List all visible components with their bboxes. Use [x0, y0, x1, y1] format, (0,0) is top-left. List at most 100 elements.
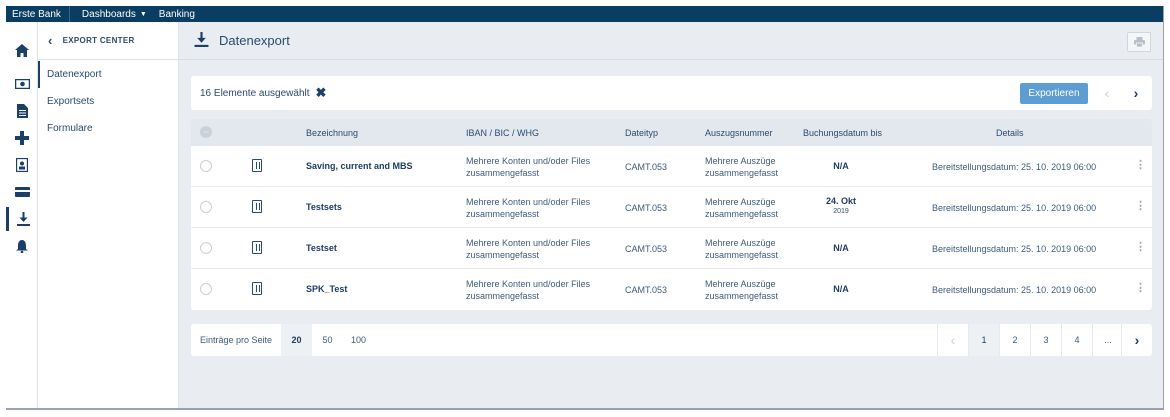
row-select-radio[interactable] [200, 160, 212, 172]
card-icon[interactable] [6, 180, 38, 204]
document-icon [252, 200, 262, 213]
prev-arrow-icon[interactable]: ‹ [1092, 76, 1122, 110]
row-stmt-line1: Mehrere Auszüge [705, 238, 776, 248]
row-date-main: 24. Okt [825, 196, 856, 206]
more-options-icon[interactable]: ⋮ [1135, 158, 1146, 171]
table-row[interactable]: Testset Mehrere Konten und/oder Files zus… [191, 228, 1152, 269]
plus-icon[interactable] [6, 126, 38, 150]
more-options-icon[interactable]: ⋮ [1135, 240, 1146, 253]
page-4[interactable]: 4 [1061, 324, 1092, 356]
row-name[interactable]: SPK_Test [306, 284, 347, 294]
pager-next-icon[interactable]: › [1121, 324, 1152, 356]
row-booking-date: N/A [803, 284, 879, 294]
page-1[interactable]: 1 [968, 324, 999, 356]
column-header-iban[interactable]: IBAN / BIC / WHG [466, 128, 539, 138]
row-type: CAMT.053 [625, 285, 668, 295]
select-all-toggle[interactable]: − [200, 126, 212, 138]
secnav-item-formulare[interactable]: Formulare [38, 115, 178, 142]
row-iban-line2: zusammengefasst [466, 209, 540, 219]
page-size-20[interactable]: 20 [281, 324, 312, 356]
download-icon[interactable] [6, 207, 38, 231]
row-details: Bereitstellungsdatum: 25. 10. 2019 06:00 [932, 203, 1097, 213]
row-select-radio[interactable] [200, 242, 212, 254]
next-arrow-icon[interactable]: › [1121, 76, 1151, 110]
row-name[interactable]: Testsets [306, 202, 342, 212]
row-statement: Mehrere Auszüge zusammengefasst [705, 237, 778, 261]
table-header: − Bezeichnung IBAN / BIC / WHG Dateityp … [191, 119, 1152, 146]
export-center-title: EXPORT CENTER [62, 36, 135, 45]
row-iban: Mehrere Konten und/oder Files zusammengef… [466, 278, 590, 302]
row-iban: Mehrere Konten und/oder Files zusammengef… [466, 237, 590, 261]
page-3[interactable]: 3 [1030, 324, 1061, 356]
row-iban-line1: Mehrere Konten und/oder Files [466, 238, 591, 248]
table-row[interactable]: Saving, current and MBS Mehrere Konten u… [191, 146, 1152, 187]
page-size-50[interactable]: 50 [312, 324, 343, 356]
caret-down-icon: ▼ [139, 10, 147, 18]
row-stmt-line1: Mehrere Auszüge [705, 156, 776, 166]
page-size-100[interactable]: 100 [343, 324, 374, 356]
row-stmt-line2: zusammengefasst [705, 250, 779, 260]
app-window: Erste Bank Dashboards ▼ Banking ‹ EXPORT… [6, 6, 1164, 410]
dashboards-menu[interactable]: Dashboards ▼ [70, 9, 155, 20]
print-icon [1133, 37, 1145, 47]
row-details: Bereitstellungsdatum: 25. 10. 2019 06:00 [932, 162, 1097, 172]
row-iban-line1: Mehrere Konten und/oder Files [466, 156, 591, 166]
row-name[interactable]: Testset [306, 243, 337, 253]
print-button[interactable] [1127, 32, 1151, 52]
export-button[interactable]: Exportieren [1020, 83, 1088, 104]
document-icon[interactable] [6, 99, 38, 123]
row-iban-line1: Mehrere Konten und/oder Files [466, 197, 591, 207]
row-iban-line2: zusammengefasst [466, 291, 540, 301]
column-header-buchungsdatum[interactable]: Buchungsdatum bis [803, 128, 882, 138]
download-icon [194, 31, 209, 50]
column-header-bezeichnung[interactable]: Bezeichnung [306, 128, 358, 138]
export-table: − Bezeichnung IBAN / BIC / WHG Dateityp … [191, 119, 1152, 310]
brand-link[interactable]: Erste Bank [6, 6, 70, 22]
main-content: Datenexport 16 Elemente ausgewählt ✖ Exp… [179, 22, 1163, 408]
row-details: Bereitstellungsdatum: 25. 10. 2019 06:00 [932, 285, 1097, 295]
money-icon[interactable] [6, 72, 38, 96]
page-size-label: Einträge pro Seite [200, 335, 273, 345]
secnav-item-datenexport[interactable]: Datenexport [38, 61, 178, 88]
more-options-icon[interactable]: ⋮ [1135, 281, 1146, 294]
column-header-dateityp[interactable]: Dateityp [625, 128, 658, 138]
export-center-back-link[interactable]: ‹ EXPORT CENTER [38, 22, 178, 60]
row-stmt-line2: zusammengefasst [705, 291, 779, 301]
table-row[interactable]: Testsets Mehrere Konten und/oder Files zu… [191, 187, 1152, 228]
page-2[interactable]: 2 [999, 324, 1030, 356]
row-iban: Mehrere Konten und/oder Files zusammengef… [466, 155, 590, 179]
banking-link[interactable]: Banking [155, 9, 203, 20]
more-options-icon[interactable]: ⋮ [1135, 199, 1146, 212]
row-date-main: N/A [833, 284, 849, 294]
row-stmt-line1: Mehrere Auszüge [705, 279, 776, 289]
row-booking-date: N/A [803, 161, 879, 171]
chevron-left-icon: ‹ [48, 33, 53, 48]
row-iban-line2: zusammengefasst [466, 250, 540, 260]
row-select-radio[interactable] [200, 201, 212, 213]
row-iban-line2: zusammengefasst [466, 168, 540, 178]
selection-action-bar: 16 Elemente ausgewählt ✖ Exportieren ‹ › [191, 76, 1152, 110]
row-select-radio[interactable] [200, 283, 212, 295]
icon-sidebar [6, 22, 38, 408]
row-type: CAMT.053 [625, 203, 668, 213]
secondary-navigation: ‹ EXPORT CENTER Datenexport Exportsets F… [38, 22, 179, 408]
home-icon[interactable] [6, 38, 38, 62]
page-header: Datenexport [179, 22, 1163, 60]
contacts-icon[interactable] [6, 153, 38, 177]
row-type: CAMT.053 [625, 162, 668, 172]
page-ellipsis[interactable]: ... [1092, 324, 1123, 356]
column-header-auszugsnummer[interactable]: Auszugsnummer [705, 128, 773, 138]
row-stmt-line1: Mehrere Auszüge [705, 197, 776, 207]
row-statement: Mehrere Auszüge zusammengefasst [705, 155, 778, 179]
pager-prev-icon[interactable]: ‹ [937, 324, 968, 356]
selection-count-text: 16 Elemente ausgewählt [200, 87, 310, 99]
row-iban-line1: Mehrere Konten und/oder Files [466, 279, 591, 289]
column-header-details: Details [996, 128, 1024, 138]
clear-selection-icon[interactable]: ✖ [316, 85, 327, 101]
row-name[interactable]: Saving, current and MBS [306, 161, 413, 171]
page-title: Datenexport [219, 33, 290, 48]
secnav-item-exportsets[interactable]: Exportsets [38, 88, 178, 115]
bell-icon[interactable] [6, 234, 38, 258]
row-date-main: N/A [833, 161, 849, 171]
table-row[interactable]: SPK_Test Mehrere Konten und/oder Files zu… [191, 269, 1152, 310]
